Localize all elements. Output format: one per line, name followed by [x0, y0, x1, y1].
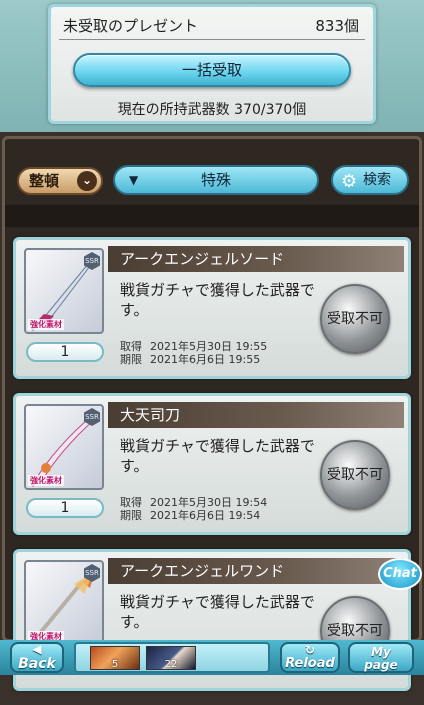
present-list-panel: 整頓 ⌄ ▼ 特殊 ⚙ 検索 SSR 強化素材 アークエンジェルソード 戦貨ガチ…	[2, 136, 422, 691]
tray-item-count: 5	[111, 659, 119, 670]
item-name: アークエンジェルソード	[108, 246, 404, 272]
item-description: 戦貨ガチャで獲得した武器です。	[120, 593, 315, 631]
mypage-label-line2: page	[364, 658, 398, 672]
expires-label: 期限	[120, 353, 142, 366]
list-item: SSR 強化素材 アークエンジェルソード 戦貨ガチャで獲得した武器です。 1 取…	[13, 237, 411, 379]
filter-bar: 整頓 ⌄ ▼ 特殊 ⚙ 検索	[13, 163, 411, 197]
claim-all-button[interactable]: 一括受取	[73, 53, 351, 87]
footer-bar: ◀ Back 5 22 ↻ Reload My page	[0, 640, 424, 675]
weapon-thumbnail[interactable]: SSR 強化素材	[24, 404, 104, 490]
item-dates: 取得 2021年5月30日 19:55 期限 2021年6月6日 19:55	[120, 340, 267, 366]
weapon-thumbnail[interactable]: SSR 強化素材	[24, 248, 104, 334]
acquired-date: 2021年5月30日 19:55	[150, 340, 268, 353]
expires-label: 期限	[120, 509, 142, 522]
list-divider	[5, 205, 419, 227]
quantity-field: 1	[26, 498, 104, 518]
acquired-label: 取得	[120, 340, 142, 353]
search-label: 検索	[363, 172, 391, 188]
item-description: 戦貨ガチャで獲得した武器です。	[120, 281, 315, 319]
item-name: 大天司刀	[108, 402, 404, 428]
present-count: 833個	[315, 17, 359, 35]
reload-button[interactable]: ↻ Reload	[280, 642, 340, 673]
claim-button[interactable]: 受取不可	[320, 440, 390, 510]
material-tag: 強化素材	[28, 475, 64, 486]
sort-button[interactable]: 整頓 ⌄	[17, 167, 103, 195]
tray-item[interactable]: 5	[90, 646, 140, 670]
gear-icon: ⚙	[341, 171, 358, 192]
acquired-label: 取得	[120, 496, 142, 509]
list-item: SSR 強化素材 大天司刀 戦貨ガチャで獲得した武器です。 1 取得 2021年5…	[13, 393, 411, 535]
weapon-thumbnail[interactable]: SSR 強化素材	[24, 560, 104, 646]
chat-button[interactable]: Chat	[378, 558, 422, 590]
reload-icon: ↻	[304, 643, 316, 657]
search-button[interactable]: ⚙ 検索	[331, 165, 409, 195]
back-label: Back	[18, 656, 56, 672]
item-description: 戦貨ガチャで獲得した武器です。	[120, 437, 315, 475]
category-label: 特殊	[200, 171, 231, 189]
sort-label: 整頓	[29, 172, 60, 190]
page-title: 未受取のプレゼント	[63, 17, 199, 35]
quantity-field: 1	[26, 342, 104, 362]
back-button[interactable]: ◀ Back	[10, 642, 64, 673]
category-dropdown[interactable]: ▼ 特殊	[113, 165, 319, 195]
present-summary-box: 未受取のプレゼント 833個 一括受取 現在の所持武器数 370/370個	[48, 4, 376, 124]
back-arrow-icon: ◀	[32, 642, 42, 656]
divider	[59, 39, 365, 40]
expires-date: 2021年6月6日 19:55	[150, 353, 261, 366]
item-dates: 取得 2021年5月30日 19:54 期限 2021年6月6日 19:54	[120, 496, 267, 522]
claim-button[interactable]: 受取不可	[320, 284, 390, 354]
material-tag: 強化素材	[28, 319, 64, 330]
expires-date: 2021年6月6日 19:54	[150, 509, 261, 522]
present-header-panel: 未受取のプレゼント 833個 一括受取 現在の所持武器数 370/370個	[0, 0, 424, 132]
tray-item[interactable]: 22	[146, 646, 196, 670]
reload-label: Reload	[285, 656, 335, 671]
item-name: アークエンジェルワンド	[108, 558, 404, 584]
present-list: SSR 強化素材 アークエンジェルソード 戦貨ガチャで獲得した武器です。 1 取…	[13, 237, 411, 705]
chevron-down-icon: ⌄	[77, 171, 97, 191]
tray-item-count: 22	[164, 659, 178, 670]
weapon-count-text: 現在の所持武器数 370/370個	[117, 102, 307, 118]
triangle-down-icon: ▼	[129, 173, 139, 187]
mypage-button[interactable]: My page	[348, 642, 414, 673]
acquired-date: 2021年5月30日 19:54	[150, 496, 268, 509]
quick-item-tray: 5 22	[74, 642, 270, 673]
